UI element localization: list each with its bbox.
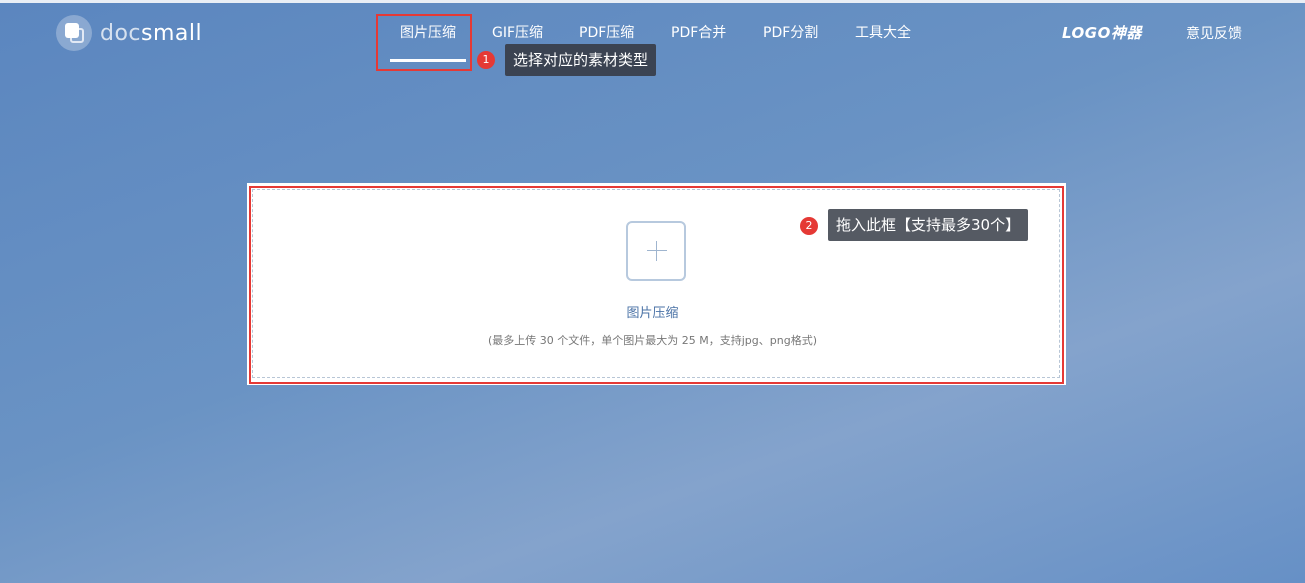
- step-1-tooltip: 选择对应的素材类型: [505, 44, 657, 76]
- nav-item-pdf-merge[interactable]: PDF合并: [671, 22, 726, 42]
- top-border: [0, 0, 1305, 3]
- site-logo[interactable]: docsmall: [56, 15, 202, 51]
- annotation-highlight-nav: [376, 14, 472, 71]
- nav-item-tools[interactable]: 工具大全: [855, 22, 911, 42]
- logo-text: docsmall: [100, 21, 202, 46]
- step-2-badge: 2: [800, 217, 818, 235]
- step-1-badge: 1: [477, 51, 495, 69]
- add-file-button[interactable]: [626, 221, 686, 281]
- logo-suffix: small: [141, 20, 203, 46]
- upload-title: 图片压缩: [626, 306, 679, 321]
- logo-prefix: doc: [100, 20, 142, 46]
- logo-icon: [56, 15, 92, 51]
- upload-hint: (最多上传 30 个文件，单个图片最大为 25 M，支持jpg、png格式): [487, 334, 817, 347]
- nav-item-gif-compress[interactable]: GIF压缩: [492, 22, 543, 42]
- feedback-link[interactable]: 意见反馈: [1186, 23, 1242, 43]
- logo-shenqi-link[interactable]: LOGO神器: [1062, 22, 1142, 43]
- nav-item-pdf-compress[interactable]: PDF压缩: [579, 22, 634, 42]
- step-2-tooltip: 拖入此框【支持最多30个】: [828, 209, 1029, 241]
- nav-item-pdf-split[interactable]: PDF分割: [763, 22, 818, 42]
